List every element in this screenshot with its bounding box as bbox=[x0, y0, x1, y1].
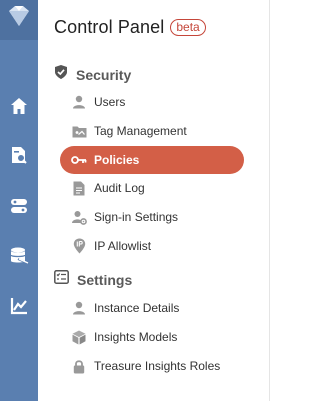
logo[interactable] bbox=[0, 0, 38, 40]
document-icon bbox=[71, 180, 87, 196]
page-title: Control Panel bbox=[54, 17, 165, 37]
nav-item-ip-allowlist[interactable]: IP Allowlist bbox=[60, 232, 244, 260]
tag-folder-icon bbox=[71, 123, 87, 139]
control-panel: Control Panel beta Security Users Tag Ma… bbox=[38, 0, 270, 401]
nav-item-instance-details[interactable]: Instance Details bbox=[60, 294, 244, 322]
user-icon bbox=[71, 94, 87, 110]
nav-item-label: IP Allowlist bbox=[94, 239, 152, 253]
nav-item-label: Policies bbox=[94, 153, 140, 167]
panel-header: Control Panel beta bbox=[54, 17, 206, 38]
nav-item-label: Users bbox=[94, 95, 126, 109]
home-icon[interactable] bbox=[9, 96, 29, 116]
nav-item-users[interactable]: Users bbox=[60, 88, 244, 116]
left-nav-rail bbox=[0, 0, 38, 401]
settings-list-icon bbox=[54, 270, 69, 289]
user-icon bbox=[71, 300, 87, 316]
section-label: Settings bbox=[77, 271, 133, 288]
database-icon[interactable] bbox=[9, 246, 29, 266]
ip-location-icon bbox=[71, 238, 87, 254]
section-settings: Settings bbox=[54, 270, 132, 289]
nav-item-treasure-insights-roles[interactable]: Treasure Insights Roles bbox=[60, 352, 244, 380]
insights-chart-icon[interactable] bbox=[9, 296, 29, 316]
nav-item-insights-models[interactable]: Insights Models bbox=[60, 323, 244, 351]
nav-item-sign-in-settings[interactable]: Sign-in Settings bbox=[60, 203, 244, 231]
lock-icon bbox=[71, 358, 87, 374]
nav-item-label: Audit Log bbox=[94, 181, 145, 195]
nav-item-label: Instance Details bbox=[94, 301, 180, 315]
integrations-icon[interactable] bbox=[9, 196, 29, 216]
nav-item-label: Tag Management bbox=[94, 124, 187, 138]
nav-item-audit-log[interactable]: Audit Log bbox=[60, 174, 244, 202]
shield-check-icon bbox=[54, 64, 68, 85]
user-gear-icon bbox=[71, 209, 87, 225]
beta-badge: beta bbox=[170, 19, 206, 36]
nav-item-label: Sign-in Settings bbox=[94, 210, 179, 224]
nav-item-policies[interactable]: Policies bbox=[60, 146, 244, 174]
section-label: Security bbox=[76, 66, 132, 83]
section-security: Security bbox=[54, 64, 131, 85]
key-icon bbox=[71, 152, 87, 168]
nav-item-label: Insights Models bbox=[94, 330, 178, 344]
cube-icon bbox=[71, 329, 87, 345]
data-workbench-icon[interactable] bbox=[9, 145, 29, 165]
nav-item-tag-management[interactable]: Tag Management bbox=[60, 117, 244, 145]
diamond-logo-icon bbox=[9, 6, 29, 26]
nav-item-label: Treasure Insights Roles bbox=[94, 359, 221, 373]
